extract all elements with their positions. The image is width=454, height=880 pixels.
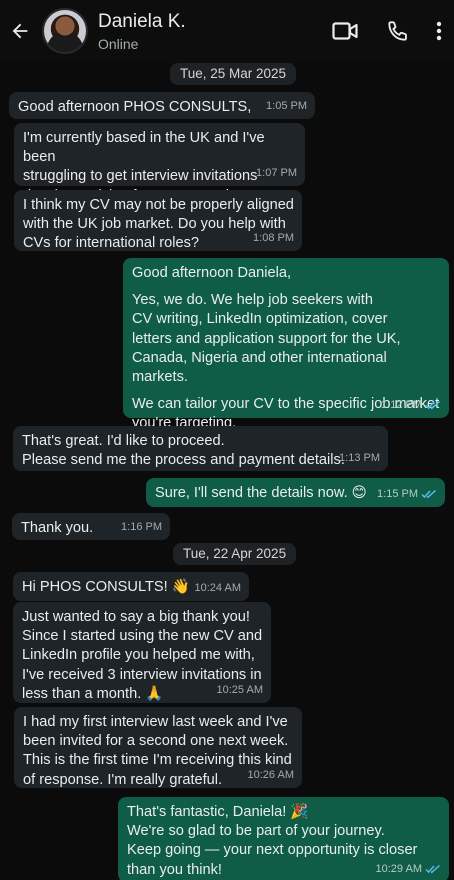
more-options-button[interactable] bbox=[424, 0, 454, 62]
message-bubble[interactable]: I had my first interview last week and I… bbox=[14, 707, 302, 788]
back-button[interactable] bbox=[0, 0, 40, 62]
message-time: 1:16 PM bbox=[121, 520, 162, 533]
message-text: Yes, we do. We help job seekers with CV … bbox=[132, 292, 401, 386]
message-text: Good afternoon Daniela, bbox=[132, 265, 292, 281]
message-meta: 1:12 PM bbox=[381, 396, 441, 415]
contact-status: Online bbox=[98, 35, 139, 52]
message-time: 1:12 PM bbox=[381, 398, 422, 411]
message-time: 1:07 PM bbox=[256, 166, 297, 179]
message-meta: 1:15 PM bbox=[377, 485, 437, 504]
message-time: 1:13 PM bbox=[339, 451, 380, 464]
message-bubble[interactable]: Hi PHOS CONSULTS! 👋 10:24 AM bbox=[13, 572, 249, 601]
message-bubble[interactable]: Thank you. 1:16 PM bbox=[12, 513, 170, 540]
message-text: Good afternoon PHOS CONSULTS, bbox=[18, 99, 252, 115]
message-time: 10:24 AM bbox=[194, 581, 241, 594]
message-time: 1:05 PM bbox=[266, 99, 307, 112]
message-bubble[interactable]: I'm currently based in the UK and I've b… bbox=[14, 123, 305, 204]
arrow-left-icon bbox=[12, 23, 28, 39]
avatar[interactable] bbox=[42, 8, 88, 54]
message-bubble[interactable]: That's great. I'd like to proceed. Pleas… bbox=[13, 426, 388, 471]
message-time: 1:08 PM bbox=[253, 231, 294, 244]
double-check-icon bbox=[421, 489, 437, 499]
message-bubble[interactable]: Just wanted to say a big thank you! Sinc… bbox=[13, 602, 271, 703]
message-bubble[interactable]: Sure, I'll send the details now. 😊 1:15 … bbox=[146, 478, 445, 507]
date-separator: Tue, 22 Apr 2025 bbox=[173, 543, 297, 565]
double-check-icon bbox=[425, 864, 441, 874]
message-meta: 10:29 AM bbox=[376, 860, 441, 879]
voice-call-button[interactable] bbox=[372, 0, 424, 62]
video-camera-icon bbox=[332, 22, 358, 40]
message-time: 10:26 AM bbox=[247, 768, 294, 781]
more-vert-icon bbox=[436, 21, 442, 41]
contact-info[interactable]: Daniela K. Online bbox=[98, 11, 186, 52]
chat-area[interactable]: Tue, 25 Mar 2025 Good afternoon PHOS CON… bbox=[0, 62, 454, 880]
message-time: 1:15 PM bbox=[377, 487, 418, 500]
contact-name: Daniela K. bbox=[98, 10, 186, 32]
message-time: 10:25 AM bbox=[216, 683, 263, 696]
double-check-icon bbox=[425, 400, 441, 410]
message-bubble[interactable]: Good afternoon Daniela, Yes, we do. We h… bbox=[123, 258, 449, 431]
phone-icon bbox=[388, 21, 407, 41]
message-bubble[interactable]: That's fantastic, Daniela! 🎉 We're so gl… bbox=[118, 797, 449, 880]
message-bubble[interactable]: I think my CV may not be properly aligne… bbox=[14, 190, 302, 251]
message-bubble[interactable]: Good afternoon PHOS CONSULTS, 1:05 PM bbox=[9, 92, 315, 119]
message-time: 10:29 AM bbox=[375, 862, 422, 875]
chat-header: Daniela K. Online bbox=[0, 0, 454, 62]
video-call-button[interactable] bbox=[318, 0, 372, 62]
message-text: That's great. I'd like to proceed. Pleas… bbox=[22, 433, 345, 469]
date-separator: Tue, 25 Mar 2025 bbox=[170, 63, 297, 85]
